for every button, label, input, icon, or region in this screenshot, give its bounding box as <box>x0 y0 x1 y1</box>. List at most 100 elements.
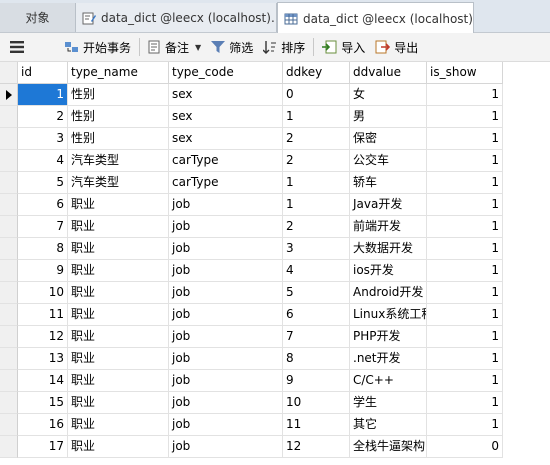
cell-id[interactable]: 9 <box>18 260 68 282</box>
table-row[interactable]: 1 性别 sex 0 女 1 <box>0 84 550 106</box>
cell-id[interactable]: 8 <box>18 238 68 260</box>
cell-id[interactable]: 3 <box>18 128 68 150</box>
row-indicator[interactable] <box>0 84 18 106</box>
filter-button[interactable]: 筛选 <box>206 35 258 59</box>
cell-is-show[interactable]: 1 <box>427 172 503 194</box>
cell-is-show[interactable]: 1 <box>427 282 503 304</box>
cell-ddkey[interactable]: 2 <box>283 150 350 172</box>
cell-is-show[interactable]: 0 <box>427 436 503 458</box>
cell-type-name[interactable]: 职业 <box>68 414 169 436</box>
cell-ddvalue[interactable]: 其它 <box>350 414 427 436</box>
note-button[interactable]: 备注 ▼ <box>143 35 206 59</box>
cell-type-code[interactable]: job <box>169 216 283 238</box>
cell-type-name[interactable]: 性别 <box>68 128 169 150</box>
cell-ddkey[interactable]: 8 <box>283 348 350 370</box>
cell-type-code[interactable]: job <box>169 392 283 414</box>
cell-id[interactable]: 15 <box>18 392 68 414</box>
table-row[interactable]: 12 职业 job 7 PHP开发 1 <box>0 326 550 348</box>
cell-id[interactable]: 16 <box>18 414 68 436</box>
cell-type-code[interactable]: job <box>169 194 283 216</box>
table-row[interactable]: 9 职业 job 4 ios开发 1 <box>0 260 550 282</box>
cell-id[interactable]: 14 <box>18 370 68 392</box>
cell-ddvalue[interactable]: Android开发 <box>350 282 427 304</box>
cell-type-code[interactable]: job <box>169 238 283 260</box>
cell-is-show[interactable]: 1 <box>427 194 503 216</box>
cell-type-code[interactable]: carType <box>169 172 283 194</box>
data-grid[interactable]: id type_name type_code ddkey ddvalue is_… <box>0 62 550 465</box>
cell-ddvalue[interactable]: 女 <box>350 84 427 106</box>
column-header-ddkey[interactable]: ddkey <box>283 62 350 84</box>
cell-ddvalue[interactable]: Linux系统工程 <box>350 304 427 326</box>
row-indicator[interactable] <box>0 194 18 216</box>
column-header-id[interactable]: id <box>18 62 68 84</box>
cell-ddkey[interactable]: 5 <box>283 282 350 304</box>
cell-id[interactable]: 11 <box>18 304 68 326</box>
row-indicator[interactable] <box>0 260 18 282</box>
cell-ddvalue[interactable]: PHP开发 <box>350 326 427 348</box>
cell-is-show[interactable]: 1 <box>427 304 503 326</box>
cell-type-code[interactable]: job <box>169 370 283 392</box>
tab-table-data-dict[interactable]: data_dict @leecx (localhost)... <box>277 2 474 34</box>
import-button[interactable]: 导入 <box>317 35 370 59</box>
column-header-type-code[interactable]: type_code <box>169 62 283 84</box>
cell-ddkey[interactable]: 10 <box>283 392 350 414</box>
cell-is-show[interactable]: 1 <box>427 326 503 348</box>
cell-type-code[interactable]: job <box>169 414 283 436</box>
cell-is-show[interactable]: 1 <box>427 150 503 172</box>
cell-id[interactable]: 2 <box>18 106 68 128</box>
cell-type-name[interactable]: 性别 <box>68 84 169 106</box>
cell-ddkey[interactable]: 1 <box>283 194 350 216</box>
cell-ddkey[interactable]: 6 <box>283 304 350 326</box>
cell-ddvalue[interactable]: 公交车 <box>350 150 427 172</box>
table-row[interactable]: 4 汽车类型 carType 2 公交车 1 <box>0 150 550 172</box>
cell-ddvalue[interactable]: Java开发 <box>350 194 427 216</box>
cell-type-code[interactable]: job <box>169 260 283 282</box>
row-indicator[interactable] <box>0 150 18 172</box>
row-indicator[interactable] <box>0 348 18 370</box>
cell-ddvalue[interactable]: 学生 <box>350 392 427 414</box>
cell-is-show[interactable]: 1 <box>427 128 503 150</box>
cell-ddvalue[interactable]: 全栈牛逼架构 <box>350 436 427 458</box>
cell-ddkey[interactable]: 2 <box>283 128 350 150</box>
cell-type-code[interactable]: job <box>169 326 283 348</box>
cell-is-show[interactable]: 1 <box>427 238 503 260</box>
cell-id[interactable]: 10 <box>18 282 68 304</box>
table-row[interactable]: 10 职业 job 5 Android开发 1 <box>0 282 550 304</box>
cell-id[interactable]: 1 <box>18 84 68 106</box>
table-row[interactable]: 16 职业 job 11 其它 1 <box>0 414 550 436</box>
tab-objects[interactable]: 对象 <box>0 3 76 32</box>
cell-type-name[interactable]: 职业 <box>68 392 169 414</box>
table-row[interactable]: 17 职业 job 12 全栈牛逼架构 0 <box>0 436 550 458</box>
column-header-type-name[interactable]: type_name <box>68 62 169 84</box>
cell-is-show[interactable]: 1 <box>427 216 503 238</box>
cell-id[interactable]: 4 <box>18 150 68 172</box>
cell-id[interactable]: 6 <box>18 194 68 216</box>
row-indicator[interactable] <box>0 326 18 348</box>
cell-ddkey[interactable]: 11 <box>283 414 350 436</box>
row-indicator[interactable] <box>0 172 18 194</box>
cell-is-show[interactable]: 1 <box>427 348 503 370</box>
column-header-is-show[interactable]: is_show <box>427 62 503 84</box>
cell-type-name[interactable]: 职业 <box>68 260 169 282</box>
cell-type-name[interactable]: 职业 <box>68 370 169 392</box>
table-row[interactable]: 14 职业 job 9 C/C++ 1 <box>0 370 550 392</box>
row-indicator[interactable] <box>0 392 18 414</box>
cell-ddkey[interactable]: 2 <box>283 216 350 238</box>
cell-type-code[interactable]: job <box>169 436 283 458</box>
table-row[interactable]: 8 职业 job 3 大数据开发 1 <box>0 238 550 260</box>
table-row[interactable]: 15 职业 job 10 学生 1 <box>0 392 550 414</box>
cell-type-name[interactable]: 职业 <box>68 194 169 216</box>
cell-type-code[interactable]: sex <box>169 128 283 150</box>
cell-id[interactable]: 7 <box>18 216 68 238</box>
cell-ddkey[interactable]: 1 <box>283 106 350 128</box>
cell-type-code[interactable]: job <box>169 304 283 326</box>
cell-ddvalue[interactable]: 轿车 <box>350 172 427 194</box>
cell-type-name[interactable]: 职业 <box>68 304 169 326</box>
cell-type-code[interactable]: sex <box>169 106 283 128</box>
table-row[interactable]: 7 职业 job 2 前端开发 1 <box>0 216 550 238</box>
cell-ddkey[interactable]: 3 <box>283 238 350 260</box>
sort-button[interactable]: 排序 <box>258 35 310 59</box>
cell-type-name[interactable]: 职业 <box>68 282 169 304</box>
cell-ddvalue[interactable]: 前端开发 <box>350 216 427 238</box>
export-button[interactable]: 导出 <box>370 35 423 59</box>
